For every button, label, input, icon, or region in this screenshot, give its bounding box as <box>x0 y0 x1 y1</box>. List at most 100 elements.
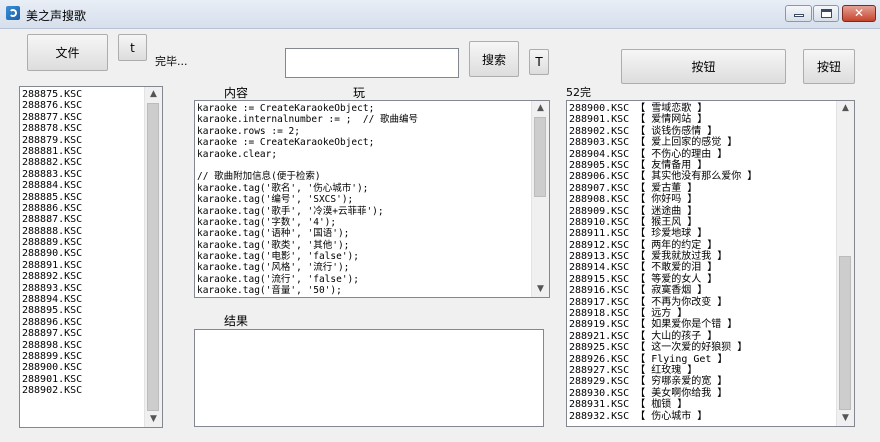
list-item[interactable]: 288890.KSC <box>22 248 82 259</box>
list-item[interactable]: 288902.KSC 【 谈钱伤感情 】 <box>569 126 757 137</box>
song-list-scrollbar[interactable]: ▲ ▼ <box>836 101 854 426</box>
search-button[interactable]: 搜索 <box>469 41 519 77</box>
list-item[interactable]: 288902.KSC <box>22 385 82 396</box>
list-item[interactable]: 288907.KSC 【 爱古董 】 <box>569 183 757 194</box>
list-item[interactable]: 288929.KSC 【 穷哪亲爱的宽 】 <box>569 376 757 387</box>
file-list-scrollbar[interactable]: ▲ ▼ <box>144 87 162 427</box>
list-item[interactable]: 288892.KSC <box>22 271 82 282</box>
list-item[interactable]: 288891.KSC <box>22 260 82 271</box>
list-item[interactable]: 288930.KSC 【 美女啊你给我 】 <box>569 388 757 399</box>
scroll-down-icon[interactable]: ▼ <box>145 412 162 427</box>
list-item[interactable]: 288931.KSC 【 枷锁 】 <box>569 399 757 410</box>
list-item[interactable]: 288911.KSC 【 珍爱地球 】 <box>569 228 757 239</box>
search-input[interactable] <box>285 48 459 78</box>
close-button[interactable]: ✕ <box>842 5 876 22</box>
scroll-up-icon[interactable]: ▲ <box>532 101 549 116</box>
file-list-items: 288875.KSC 288876.KSC 288877.KSC 288878.KSC… <box>22 89 82 397</box>
code-line: karaoke.rows := 2; <box>197 125 300 137</box>
close-icon: ✕ <box>853 6 865 20</box>
list-item[interactable]: 288886.KSC <box>22 203 82 214</box>
list-item[interactable]: 288898.KSC <box>22 340 82 351</box>
list-item[interactable]: 288913.KSC 【 爱我就放过我 】 <box>569 251 757 262</box>
scroll-up-icon[interactable]: ▲ <box>837 101 854 116</box>
list-item[interactable]: 288896.KSC <box>22 317 82 328</box>
code-line: karaoke.tag('风格', '流行'); <box>197 262 350 274</box>
content-text: karaoke := CreateKaraokeObject; karaoke.i… <box>197 103 418 297</box>
list-item[interactable]: 288921.KSC 【 大山的孩子 】 <box>569 331 757 342</box>
list-item[interactable]: 288899.KSC <box>22 351 82 362</box>
list-item[interactable]: 288900.KSC 【 雪域恋歌 】 <box>569 103 757 114</box>
code-line: karaoke.tag('语种', '国语'); <box>197 228 350 240</box>
list-item[interactable]: 288882.KSC <box>22 157 82 168</box>
window-title: 美之声搜歌 <box>26 9 87 23</box>
list-item[interactable]: 288925.KSC 【 这一次爱的好狼狈 】 <box>569 342 757 353</box>
list-item[interactable]: 288932.KSC 【 伤心城市 】 <box>569 411 757 422</box>
list-item[interactable]: 288875.KSC <box>22 89 82 100</box>
list-item[interactable]: 288906.KSC 【 其实他没有那么爱你 】 <box>569 171 757 182</box>
code-line: karaoke.tag('流行', 'false'); <box>197 273 359 285</box>
list-item[interactable]: 288900.KSC <box>22 362 82 373</box>
list-item[interactable]: 288926.KSC 【 Flying Get 】 <box>569 354 757 365</box>
code-line: karaoke.tag('歌名', '伤心城市'); <box>197 182 369 194</box>
list-item[interactable]: 288919.KSC 【 如果爱你是个错 】 <box>569 319 757 330</box>
list-item[interactable]: 288909.KSC 【 迷途曲 】 <box>569 206 757 217</box>
content-textbox[interactable]: karaoke := CreateKaraokeObject; karaoke.i… <box>194 100 550 298</box>
list-item[interactable]: 288888.KSC <box>22 226 82 237</box>
minimize-button[interactable] <box>785 5 812 22</box>
list-item[interactable]: 288887.KSC <box>22 214 82 225</box>
maximize-button[interactable] <box>813 5 839 22</box>
file-list[interactable]: 288875.KSC 288876.KSC 288877.KSC 288878.KSC… <box>19 86 163 428</box>
list-item[interactable]: 288889.KSC <box>22 237 82 248</box>
scroll-thumb[interactable] <box>534 117 546 197</box>
list-item[interactable]: 288894.KSC <box>22 294 82 305</box>
action-button-2[interactable]: 按钮 <box>803 49 855 84</box>
list-item[interactable]: 288881.KSC <box>22 146 82 157</box>
list-item[interactable]: 288903.KSC 【 爱上回家的感觉 】 <box>569 137 757 148</box>
content-scrollbar[interactable]: ▲ ▼ <box>531 101 549 297</box>
list-item[interactable]: 288876.KSC <box>22 100 82 111</box>
code-line: karaoke.internalnumber := ; // 歌曲编号 <box>197 114 419 126</box>
list-item[interactable]: 288878.KSC <box>22 123 82 134</box>
list-item[interactable]: 288918.KSC 【 远方 】 <box>569 308 757 319</box>
list-item[interactable]: 288917.KSC 【 不再为你改变 】 <box>569 297 757 308</box>
list-item[interactable]: 288904.KSC 【 不伤心的理由 】 <box>569 149 757 160</box>
scroll-thumb[interactable] <box>839 256 851 410</box>
list-item[interactable]: 288897.KSC <box>22 328 82 339</box>
list-item[interactable]: 288879.KSC <box>22 135 82 146</box>
play-label: 玩 <box>353 86 366 100</box>
scroll-down-icon[interactable]: ▼ <box>837 411 854 426</box>
code-line: karaoke.tag('歌类', '其他'); <box>197 239 350 251</box>
minimize-icon <box>794 14 804 17</box>
list-item[interactable]: 288910.KSC 【 猴王风 】 <box>569 217 757 228</box>
code-line: karaoke.tag('歌手', '冷漠+云菲菲'); <box>197 205 384 217</box>
list-item[interactable]: 288915.KSC 【 等爱的女人 】 <box>569 274 757 285</box>
action-button[interactable]: 按钮 <box>621 49 786 84</box>
list-item[interactable]: 288916.KSC 【 寂寞香烟 】 <box>569 285 757 296</box>
list-item[interactable]: 288883.KSC <box>22 169 82 180</box>
t-button[interactable]: t <box>118 34 147 61</box>
code-line: karaoke.tag('音量', '50'); <box>197 285 342 297</box>
list-item[interactable]: 288877.KSC <box>22 112 82 123</box>
list-item[interactable]: 288901.KSC <box>22 374 82 385</box>
list-item[interactable]: 288884.KSC <box>22 180 82 191</box>
list-item[interactable]: 288927.KSC 【 红玫瑰 】 <box>569 365 757 376</box>
T-button[interactable]: T <box>529 49 549 75</box>
scroll-up-icon[interactable]: ▲ <box>145 87 162 102</box>
song-list[interactable]: 288900.KSC 【 雪域恋歌 】 288901.KSC 【 爱情网站 】 28… <box>566 100 855 427</box>
list-item[interactable]: 288901.KSC 【 爱情网站 】 <box>569 114 757 125</box>
scroll-thumb[interactable] <box>147 103 159 411</box>
result-label: 结果 <box>224 314 249 328</box>
list-item[interactable]: 288893.KSC <box>22 283 82 294</box>
file-button[interactable]: 文件 <box>27 34 108 71</box>
list-item[interactable]: 288912.KSC 【 两年的约定 】 <box>569 240 757 251</box>
list-item[interactable]: 288895.KSC <box>22 305 82 316</box>
list-item[interactable]: 288905.KSC 【 友情备用 】 <box>569 160 757 171</box>
list-item[interactable]: 288914.KSC 【 不敢爱的泪 】 <box>569 262 757 273</box>
list-item[interactable]: 288908.KSC 【 你好吗 】 <box>569 194 757 205</box>
code-line: // 歌曲附加信息(便于检索) <box>197 171 321 183</box>
code-line: karaoke.tag('编号', 'SXCS'); <box>197 194 354 206</box>
result-textbox[interactable] <box>194 329 544 427</box>
scroll-down-icon[interactable]: ▼ <box>532 282 549 297</box>
list-item[interactable]: 288885.KSC <box>22 192 82 203</box>
count-label: 52完 <box>566 86 591 99</box>
